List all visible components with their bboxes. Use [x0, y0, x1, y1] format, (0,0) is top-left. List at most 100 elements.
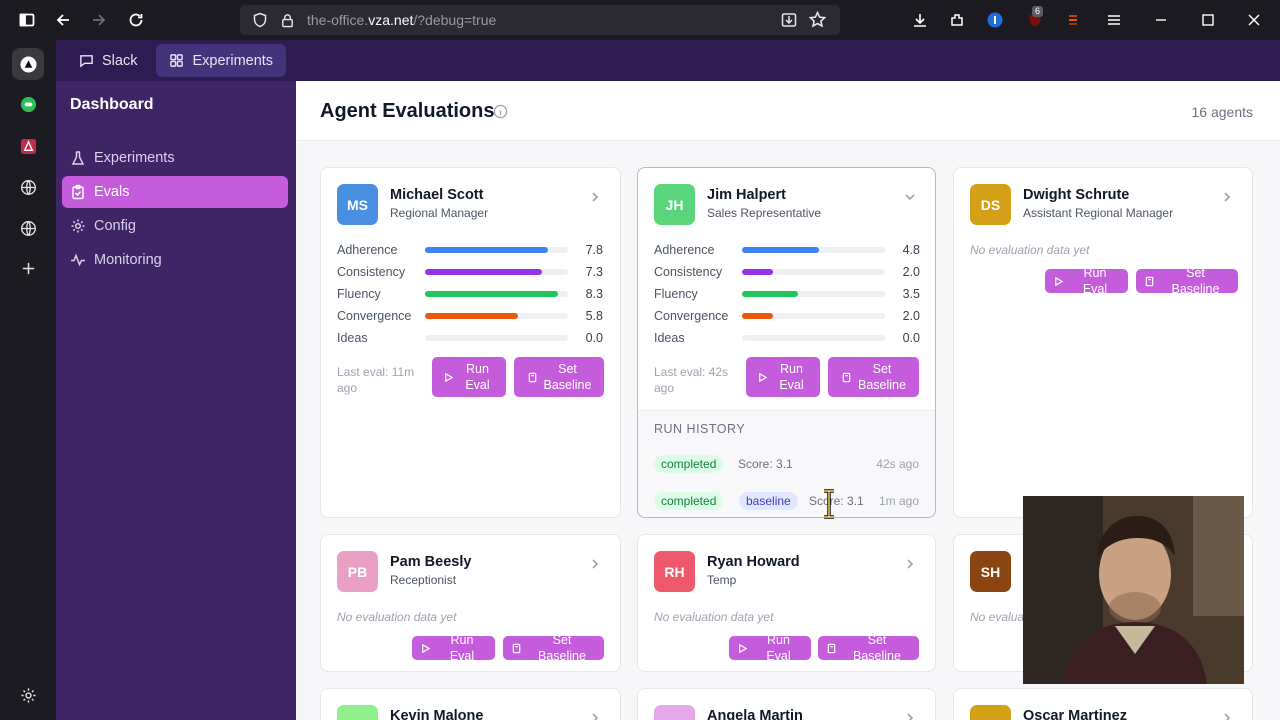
metric-label: Ideas: [654, 331, 685, 345]
chevron-right-icon[interactable]: [588, 190, 602, 204]
run-eval-button[interactable]: Run Eval: [729, 633, 811, 663]
bookmark-icon: [827, 643, 836, 653]
set-baseline-button[interactable]: Set Baseline: [818, 633, 919, 663]
gear-icon: [20, 687, 36, 703]
reload-icon[interactable]: [122, 6, 150, 34]
metric-bar-fill: [742, 247, 820, 253]
metric-label: Adherence: [337, 243, 398, 257]
tab-label: Slack: [102, 52, 138, 69]
set-baseline-button[interactable]: Set Baseline: [514, 357, 604, 397]
bookmark-star-icon[interactable]: [809, 11, 826, 28]
rail-app-home[interactable]: [12, 48, 44, 80]
agent-role: Sales Representative: [707, 206, 822, 220]
tab-slack[interactable]: Slack: [66, 44, 150, 77]
agent-name: Angela Martin: [707, 708, 803, 720]
status-badge: completed: [654, 455, 724, 473]
chevron-right-icon[interactable]: [903, 557, 917, 571]
metric-bar-fill: [425, 291, 558, 297]
baseline-badge: baseline: [739, 492, 798, 510]
agent-role: Temp: [707, 573, 737, 587]
sidebar-item-evals[interactable]: Evals: [62, 176, 288, 208]
gear-icon: [71, 219, 85, 233]
agent-card[interactable]: Kevin Malone: [320, 688, 621, 720]
rail-settings-button[interactable]: [12, 679, 44, 711]
sidebar-item-monitoring[interactable]: Monitoring: [62, 244, 288, 276]
metric-label: Fluency: [337, 287, 381, 301]
extensions-icon[interactable]: [943, 6, 971, 34]
rail-globe-1[interactable]: [12, 171, 44, 203]
close-window-icon[interactable]: [1240, 6, 1268, 34]
agent-card[interactable]: Oscar Martinez: [953, 688, 1253, 720]
rail-globe-2[interactable]: [12, 212, 44, 244]
avatar: DS: [970, 184, 1011, 225]
agent-card[interactable]: JH Jim Halpert Sales Representative Adhe…: [637, 167, 936, 518]
agent-card[interactable]: Angela Martin: [637, 688, 936, 720]
lock-icon[interactable]: [280, 13, 295, 28]
set-baseline-button[interactable]: Set Baseline: [1136, 266, 1238, 296]
menu-icon[interactable]: [1100, 6, 1128, 34]
button-label: Set Baseline: [858, 362, 906, 392]
metric-row: Adherence 4.8: [654, 241, 920, 259]
metric-bar: [425, 313, 568, 319]
extension-bars-icon[interactable]: [1059, 6, 1087, 34]
globe-icon: [20, 179, 36, 195]
ublock-icon[interactable]: 6: [1021, 6, 1049, 34]
chevron-right-icon[interactable]: [903, 711, 917, 720]
rail-red-app[interactable]: [12, 130, 44, 162]
metric-label: Consistency: [654, 265, 723, 279]
info-icon[interactable]: [493, 104, 508, 119]
play-icon: [739, 643, 748, 653]
metric-bar: [425, 291, 568, 297]
play-icon: [444, 372, 453, 382]
run-eval-button[interactable]: Run Eval: [1045, 266, 1128, 296]
bookmark-icon: [512, 643, 521, 653]
chevron-right-icon[interactable]: [588, 557, 602, 571]
rail-chat-app[interactable]: [12, 88, 44, 120]
metric-bar-fill: [425, 269, 543, 275]
reader-view-icon[interactable]: [781, 12, 797, 28]
minimize-icon[interactable]: [1147, 6, 1175, 34]
sidebar-item-config[interactable]: Config: [62, 210, 288, 242]
button-label: Run Eval: [1082, 266, 1108, 296]
metric-label: Consistency: [337, 265, 406, 279]
downloads-icon[interactable]: [906, 6, 934, 34]
run-eval-button[interactable]: Run Eval: [746, 357, 820, 397]
url-bar[interactable]: the-office.vza.net/?debug=true: [240, 5, 840, 35]
agent-card[interactable]: PB Pam Beesly Receptionist No evaluation…: [320, 534, 621, 672]
sidebar-toggle-icon[interactable]: [13, 6, 41, 34]
agent-card[interactable]: MS Michael Scott Regional Manager Adhere…: [320, 167, 621, 518]
shield-icon[interactable]: [252, 12, 268, 28]
metric-bar: [742, 247, 885, 253]
agent-name: Jim Halpert: [707, 187, 786, 203]
run-score: Score: 3.1: [738, 457, 793, 471]
chevron-right-icon[interactable]: [1220, 190, 1234, 204]
run-eval-button[interactable]: Run Eval: [432, 357, 506, 397]
metric-row: Adherence 7.8: [337, 241, 603, 259]
forward-icon[interactable]: [85, 6, 113, 34]
chevron-right-icon[interactable]: [1220, 711, 1234, 720]
sidebar-item-experiments[interactable]: Experiments: [62, 142, 288, 174]
rail-add-button[interactable]: [12, 252, 44, 284]
metric-row: Fluency 3.5: [654, 285, 920, 303]
set-baseline-button[interactable]: Set Baseline: [503, 633, 604, 663]
browser-toolbar: the-office.vza.net/?debug=true 6: [0, 0, 1280, 40]
tab-experiments[interactable]: Experiments: [156, 44, 287, 77]
agent-card[interactable]: DS Dwight Schrute Assistant Regional Man…: [953, 167, 1253, 518]
sidebar-item-label: Evals: [94, 184, 130, 200]
set-baseline-button[interactable]: Set Baseline: [828, 357, 919, 397]
metric-bar: [742, 269, 885, 275]
metric-bar: [425, 269, 568, 275]
metric-bar-fill: [742, 313, 774, 319]
metric-row: Consistency 2.0: [654, 263, 920, 281]
button-label: Run Eval: [779, 362, 804, 392]
metric-value: 0.0: [585, 331, 603, 345]
maximize-icon[interactable]: [1194, 6, 1222, 34]
run-eval-button[interactable]: Run Eval: [412, 633, 495, 663]
password-manager-icon[interactable]: [981, 6, 1009, 34]
chevron-down-icon[interactable]: [903, 190, 917, 204]
chevron-right-icon[interactable]: [588, 711, 602, 720]
agent-role: Receptionist: [390, 573, 457, 587]
back-icon[interactable]: [49, 6, 77, 34]
bookmark-icon: [528, 372, 536, 382]
agent-card[interactable]: RH Ryan Howard Temp No evaluation data y…: [637, 534, 936, 672]
